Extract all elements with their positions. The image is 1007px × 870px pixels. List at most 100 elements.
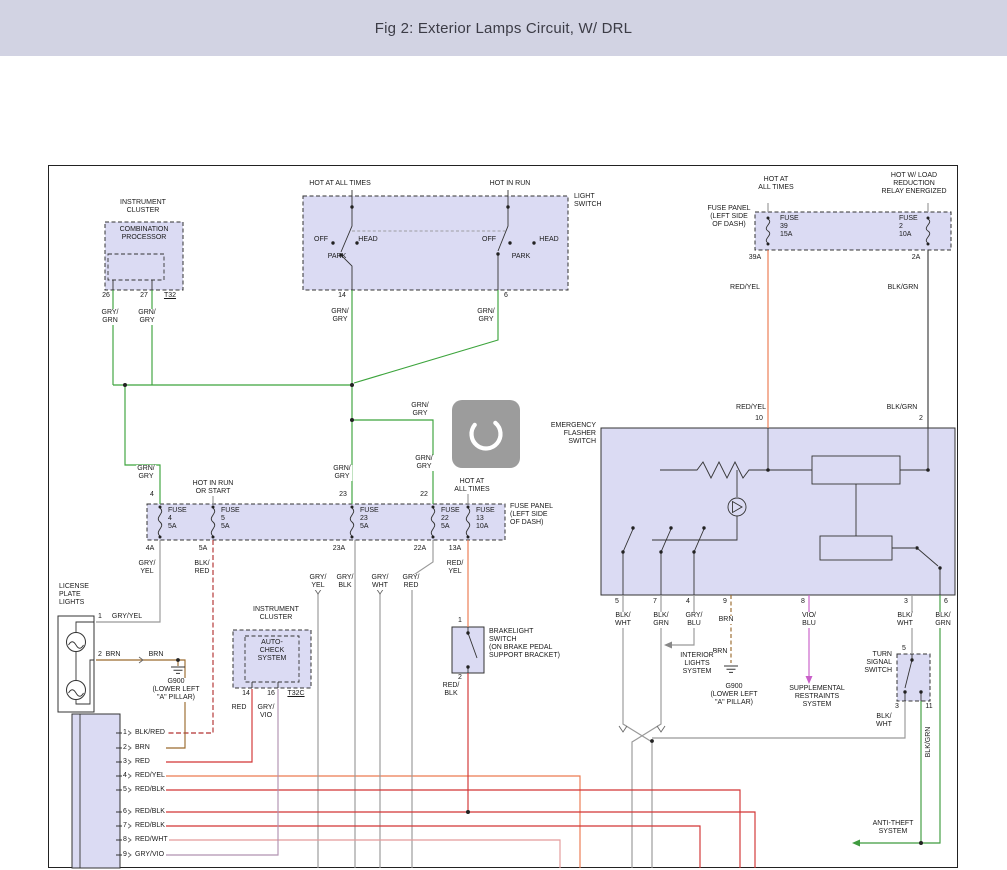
- pin-16-cluster: 16: [266, 690, 276, 698]
- fuse-4-label: FUSE 4 5A: [167, 507, 188, 531]
- conn-wire-1: BLK/RED: [134, 729, 166, 737]
- wire-blk-wht-3: BLK/ WHT: [875, 713, 893, 729]
- loading-spinner-icon: [464, 412, 508, 456]
- pin-6-lightswitch: 6: [503, 292, 509, 300]
- pin-39a: 39A: [748, 254, 762, 262]
- loading-spinner-overlay: [452, 400, 520, 468]
- conn-pin-1: 1: [122, 729, 128, 737]
- off-2: OFF: [481, 236, 497, 244]
- hot-in-run-or-start: HOT IN RUN OR START: [192, 480, 235, 496]
- wire-gry-vio-1: GRY/ VIO: [257, 704, 276, 720]
- pin-22-fuse: 22: [419, 491, 429, 499]
- combination-processor-label: COMBINATION PROCESSOR: [119, 226, 170, 242]
- pin-23a: 23A: [332, 545, 346, 553]
- instrument-cluster-1-label: INSTRUMENT CLUSTER: [119, 199, 167, 215]
- conn-pin-3: 3: [122, 758, 128, 766]
- wire-red-yel-3: RED/ YEL: [446, 560, 465, 576]
- pin-1-brakelight: 1: [457, 617, 463, 625]
- wire-blk-wht-2: BLK/ WHT: [896, 612, 914, 628]
- hot-w-load-reduction: HOT W/ LOAD REDUCTION RELAY ENERGIZED: [880, 172, 947, 196]
- pin-3-flasher: 3: [903, 598, 909, 606]
- hot-in-run: HOT IN RUN: [489, 180, 532, 188]
- auto-check-system-label: AUTO- CHECK SYSTEM: [257, 639, 288, 663]
- wire-grn-gry-1: GRN/ GRY: [137, 309, 157, 325]
- wire-red-yel-1: RED/YEL: [729, 284, 761, 292]
- wire-gry-grn: GRY/ GRN: [101, 309, 120, 325]
- wire-grn-gry-2: GRN/ GRY: [330, 308, 350, 324]
- wire-gry-wht-1: GRY/ WHT: [371, 574, 390, 590]
- conn-wire-7: RED/BLK: [134, 822, 166, 830]
- fuse-39-label: FUSE 39 15A: [779, 215, 800, 239]
- pin-11-turnsignal: 11: [924, 703, 933, 711]
- wire-blk-wht-1: BLK/ WHT: [614, 612, 632, 628]
- fuse-5-label: FUSE 5 5A: [220, 507, 241, 531]
- interior-lights-system-label: INTERIOR LIGHTS SYSTEM: [679, 652, 714, 676]
- fuse-panel-label-1: FUSE PANEL (LEFT SIDE OF DASH): [706, 205, 751, 229]
- head-2: HEAD: [538, 236, 559, 244]
- conn-wire-9: GRY/VIO: [134, 851, 165, 859]
- fuse-panel-label-2: FUSE PANEL (LEFT SIDE OF DASH): [509, 503, 554, 527]
- pin-2-brakelight: 2: [457, 674, 463, 682]
- conn-pin-6: 6: [122, 808, 128, 816]
- light-switch-label: LIGHT SWITCH: [573, 193, 603, 209]
- wire-brn-3: BRN: [718, 616, 735, 624]
- fuse-2-label: FUSE 2 10A: [898, 215, 919, 239]
- park-1: PARK: [327, 253, 348, 261]
- wire-grn-gry-6: GRN/ GRY: [332, 465, 352, 481]
- pin-2a: 2A: [911, 254, 922, 262]
- pin-3-turnsignal: 3: [894, 703, 900, 711]
- conn-wire-6: RED/BLK: [134, 808, 166, 816]
- wire-red-blk-1: RED/ BLK: [442, 682, 461, 698]
- pin-5-turnsignal: 5: [901, 645, 907, 653]
- hot-at-all-times-1: HOT AT ALL TIMES: [308, 180, 371, 188]
- park-2: PARK: [511, 253, 532, 261]
- conn-wire-3: RED: [134, 758, 151, 766]
- pin-10-flasher: 10: [754, 415, 764, 423]
- pin-4-flasher: 4: [685, 598, 691, 606]
- connector-t32c: T32C: [286, 690, 305, 698]
- pin-26: 26: [101, 292, 111, 300]
- wire-gry-blu-1: GRY/ BLU: [685, 612, 704, 628]
- wire-blk-grn-3: BLK/ GRN: [652, 612, 670, 628]
- turn-signal-switch-label: TURN SIGNAL SWITCH: [863, 651, 893, 675]
- pin-5-flasher: 5: [614, 598, 620, 606]
- wire-blk-grn-4: BLK/ GRN: [934, 612, 952, 628]
- pin-2-flasher: 2: [918, 415, 924, 423]
- wire-gry-blk-1: GRY/ BLK: [336, 574, 355, 590]
- hot-at-all-times-2: HOT AT ALL TIMES: [757, 176, 794, 192]
- pin-7-flasher: 7: [652, 598, 658, 606]
- conn-wire-5: RED/BLK: [134, 786, 166, 794]
- fuse-22-label: FUSE 22 5A: [440, 507, 461, 531]
- pin-4a: 4A: [145, 545, 156, 553]
- pin-14-cluster: 14: [241, 690, 251, 698]
- ground-g900-1: G900 (LOWER LEFT "A" PILLAR): [151, 678, 200, 702]
- pin-9-flasher: 9: [722, 598, 728, 606]
- wire-blk-grn-5: BLK/GRN: [925, 726, 933, 759]
- hot-at-all-times-3: HOT AT ALL TIMES: [453, 478, 490, 494]
- conn-pin-5: 5: [122, 786, 128, 794]
- wire-grn-gry-3: GRN/ GRY: [476, 308, 496, 324]
- wire-grn-gry-4: GRN/ GRY: [410, 402, 430, 418]
- wire-blk-grn-1: BLK/GRN: [887, 284, 920, 292]
- wire-brn-2: BRN: [148, 651, 165, 659]
- conn-pin-9: 9: [122, 851, 128, 859]
- off-1: OFF: [313, 236, 329, 244]
- pin-22a: 22A: [413, 545, 427, 553]
- wire-red-1: RED: [231, 704, 248, 712]
- emergency-flasher-label: EMERGENCY FLASHER SWITCH: [550, 422, 597, 446]
- pin-14-lightswitch: 14: [337, 292, 347, 300]
- brakelight-switch-label: BRAKELIGHT SWITCH (ON BRAKE PEDAL SUPPOR…: [488, 628, 561, 660]
- conn-pin-7: 7: [122, 822, 128, 830]
- license-plate-lights-label: LICENSE PLATE LIGHTS: [58, 583, 90, 607]
- supplemental-restraints-label: SUPPLEMENTAL RESTRAINTS SYSTEM: [788, 685, 846, 709]
- instrument-cluster-2-label: INSTRUMENT CLUSTER: [252, 606, 300, 622]
- head-1: HEAD: [357, 236, 378, 244]
- pin-2-license: 2: [97, 651, 103, 659]
- conn-pin-8: 8: [122, 836, 128, 844]
- ground-g900-2: G900 (LOWER LEFT "A" PILLAR): [709, 683, 758, 707]
- pin-4-fuse: 4: [149, 491, 155, 499]
- conn-pin-2: 2: [122, 744, 128, 752]
- conn-pin-4: 4: [122, 772, 128, 780]
- conn-wire-8: RED/WHT: [134, 836, 169, 844]
- wire-grn-gry-7: GRN/ GRY: [414, 455, 434, 471]
